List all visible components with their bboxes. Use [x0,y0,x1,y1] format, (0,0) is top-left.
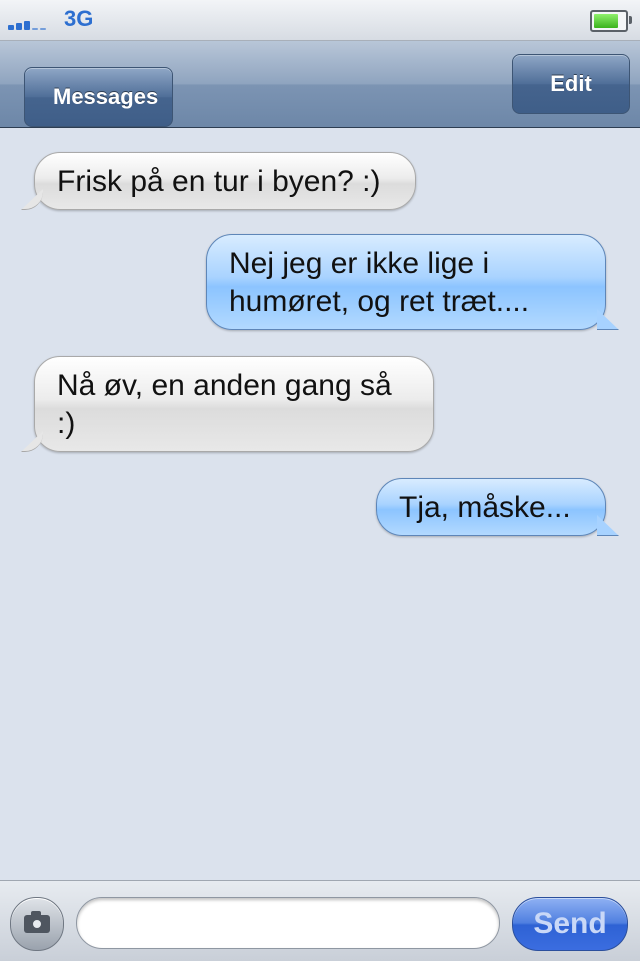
status-bar: 3G [0,0,640,41]
bubble-tail [597,309,619,330]
back-button-wrapper[interactable]: Messages [12,54,174,127]
network-type: 3G [64,6,94,31]
battery-icon [590,10,632,32]
camera-icon-lens [31,918,43,930]
edit-button[interactable]: Edit [512,54,630,114]
bubble-tail [21,189,43,210]
messages-back-button[interactable]: Messages [24,67,174,127]
message-bubble-incoming[interactable]: Nå øv, en anden gang så :) [21,356,434,452]
camera-button[interactable] [10,897,64,951]
message-bubble-incoming[interactable]: Frisk på en tur i byen? :) [21,152,416,210]
message-bubble-outgoing[interactable]: Tja, måske... [376,478,619,536]
message-bubble-outgoing[interactable]: Nej jeg er ikke lige i humøret, og ret t… [206,234,619,330]
send-button[interactable]: Send [512,897,628,951]
navigation-bar: Messages Edit [0,41,640,128]
message-text: Tja, måske... [399,491,571,524]
message-text: Nå øv, en anden gang så :) [57,369,392,440]
message-text: Frisk på en tur i byen? :) [57,165,381,198]
bubble-tail [21,431,43,452]
bubble-tail [597,515,619,536]
message-input[interactable] [76,897,500,949]
message-text: Nej jeg er ikke lige i humøret, og ret t… [229,247,530,318]
message-composer-bar: Send [0,880,640,961]
message-thread: Frisk på en tur i byen? :) Nej jeg er ik… [0,128,640,880]
battery-level-fill [594,14,618,28]
